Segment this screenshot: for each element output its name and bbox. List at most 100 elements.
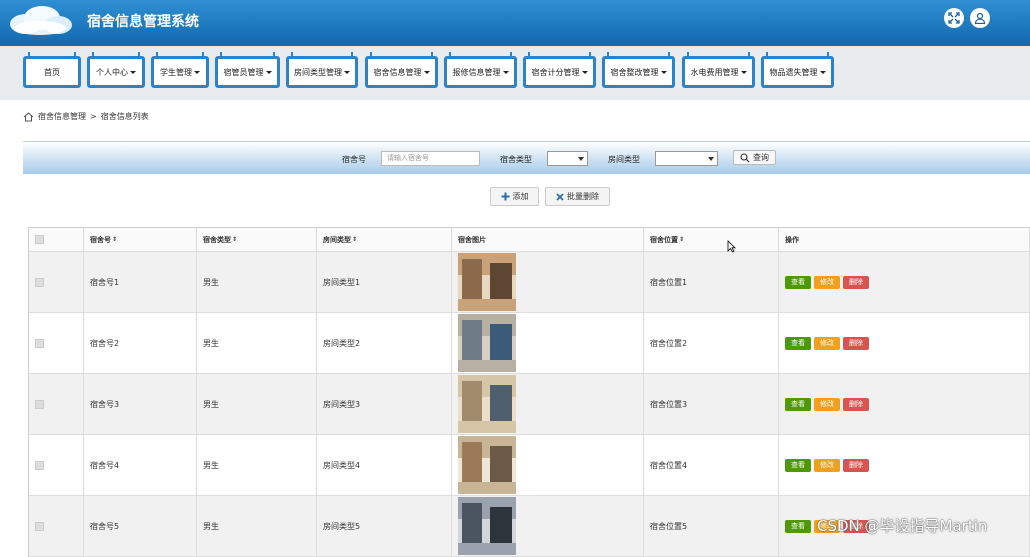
dorm-type-cell: 男生 [197,313,317,373]
room-type-cell: 房间类型2 [317,313,452,373]
table-row: 宿舍号4 男生 房间类型4 宿舍位置4 查看 修改 删除 [29,435,1030,496]
dorm-photo[interactable] [458,436,516,494]
query-button[interactable]: 查询 [733,150,776,165]
tab-utility-fee-management[interactable]: 水电费用管理 [682,52,755,88]
column-header[interactable]: 房间类型 ⇕ [317,228,452,251]
tab-room-type-management[interactable]: 房间类型管理 [286,52,358,88]
table-header-row: 宿舍号 ⇕ 宿舍类型 ⇕ 房间类型 ⇕ 宿舍图片 宿舍位置 ⇕ 操作 [29,228,1030,252]
row-checkbox[interactable] [35,460,44,470]
row-checkbox[interactable] [35,521,44,531]
dorm-type-cell: 男生 [197,435,317,495]
view-button[interactable]: 查看 [785,397,811,411]
column-label: 操作 [785,235,799,244]
chevron-down-icon [819,70,826,74]
room-type-cell: 房间类型5 [317,496,452,556]
edit-button[interactable]: 修改 [814,458,840,472]
dorm-no-cell: 宿舍号2 [84,313,197,373]
tab-dorm-rectification-management[interactable]: 宿舍整改管理 [602,52,675,88]
location-cell: 宿舍位置5 [644,496,779,556]
dorm-no-cell: 宿舍号5 [84,496,197,556]
column-header: 宿舍图片 [452,228,644,251]
edit-button[interactable]: 修改 [814,275,840,289]
tab-dorm-info-management[interactable]: 宿舍信息管理 [365,52,438,88]
dorm-photo[interactable] [458,375,516,433]
select-cell [29,313,84,373]
tab-student-management[interactable]: 学生管理 [151,52,209,88]
add-label: 添加 [512,192,529,201]
delete-button[interactable]: 删除 [843,336,869,350]
fullscreen-icon [948,12,960,24]
room-type-cell: 房间类型4 [317,435,452,495]
tab-dorm-score-management[interactable]: 宿舍计分管理 [523,52,596,88]
column-header[interactable]: 宿舍类型 ⇕ [197,228,317,251]
tab-label: 报修信息管理 [452,67,501,77]
view-button[interactable]: 查看 [785,336,811,350]
tab-repair-info-management[interactable]: 报修信息管理 [444,52,517,88]
breadcrumb-parent[interactable]: 宿舍信息管理 [38,111,86,122]
add-button[interactable]: 添加 [490,187,539,206]
chevron-down-icon [660,70,667,74]
main-nav: 首页 个人中心 学生管理 宿管员管理 房间类型管理 宿舍信息管理 报修信息管理 … [0,46,1030,100]
edit-button[interactable]: 修改 [814,336,840,350]
plus-icon [501,192,509,201]
select-all-checkbox[interactable] [35,235,44,244]
room-type-select[interactable] [655,151,718,166]
column-header: 操作 [779,228,1030,251]
user-icon [974,12,986,24]
query-label: 查询 [753,153,769,162]
delete-button[interactable]: 删除 [843,458,869,472]
chevron-down-icon [423,70,430,74]
column-header[interactable]: 宿舍号 ⇕ [84,228,197,251]
chevron-down-icon [265,70,272,74]
mouse-cursor-icon [727,240,736,253]
sort-icon: ⇕ [352,236,358,243]
view-button[interactable]: 查看 [785,275,811,289]
column-header[interactable]: 宿舍位置 ⇕ [644,228,779,251]
home-icon [23,111,34,121]
tab-label: 首页 [44,67,60,77]
actions-cell: 查看 修改 删除 [779,313,1030,373]
dorm-photo[interactable] [458,253,516,311]
location-cell: 宿舍位置2 [644,313,779,373]
user-button[interactable] [970,8,990,28]
delete-button[interactable]: 删除 [843,275,869,289]
dorm-photo[interactable] [458,497,516,555]
actions-cell: 查看 修改 删除 [779,374,1030,434]
row-checkbox[interactable] [35,277,44,287]
chevron-down-icon [130,70,136,74]
fullscreen-button[interactable] [944,8,964,28]
tab-label: 房间类型管理 [294,67,342,77]
delete-button[interactable]: 删除 [843,397,869,411]
view-button[interactable]: 查看 [785,519,811,533]
dorm-image-cell [452,374,644,434]
location-cell: 宿舍位置3 [644,374,779,434]
tab-personal-center[interactable]: 个人中心 [87,52,145,88]
app-title: 宿舍信息管理系统 [87,14,199,30]
tab-home[interactable]: 首页 [23,52,81,88]
tab-label: 物品遗失管理 [769,67,818,77]
row-checkbox[interactable] [35,399,44,409]
dorm-table: 宿舍号 ⇕ 宿舍类型 ⇕ 房间类型 ⇕ 宿舍图片 宿舍位置 ⇕ 操作 宿舍号1 男生 房间类… [28,227,1030,557]
dorm-no-cell: 宿舍号3 [84,374,197,434]
batch-delete-button[interactable]: 批量删除 [545,187,610,206]
dorm-image-cell [452,313,644,373]
dorm-type-select[interactable] [547,151,588,166]
location-cell: 宿舍位置1 [644,252,779,312]
select-cell [29,496,84,556]
sort-icon: ⇕ [232,236,238,243]
tab-label: 宿管员管理 [223,67,264,77]
edit-button[interactable]: 修改 [814,397,840,411]
tab-dorm-admin-management[interactable]: 宿管员管理 [215,52,280,88]
dorm-no-label: 宿舍号 [342,155,366,164]
tab-label: 学生管理 [160,67,192,77]
dorm-photo[interactable] [458,314,516,372]
room-type-cell: 房间类型3 [317,374,452,434]
select-cell [29,435,84,495]
tab-lost-items-management[interactable]: 物品遗失管理 [761,52,834,88]
row-checkbox[interactable] [35,338,44,348]
app-header: 宿舍信息管理系统 [0,0,1030,46]
dorm-no-input[interactable]: 请输入宿舍号 [381,151,480,166]
tab-label: 宿舍整改管理 [610,67,659,77]
view-button[interactable]: 查看 [785,458,811,472]
tab-label: 宿舍计分管理 [531,67,580,77]
